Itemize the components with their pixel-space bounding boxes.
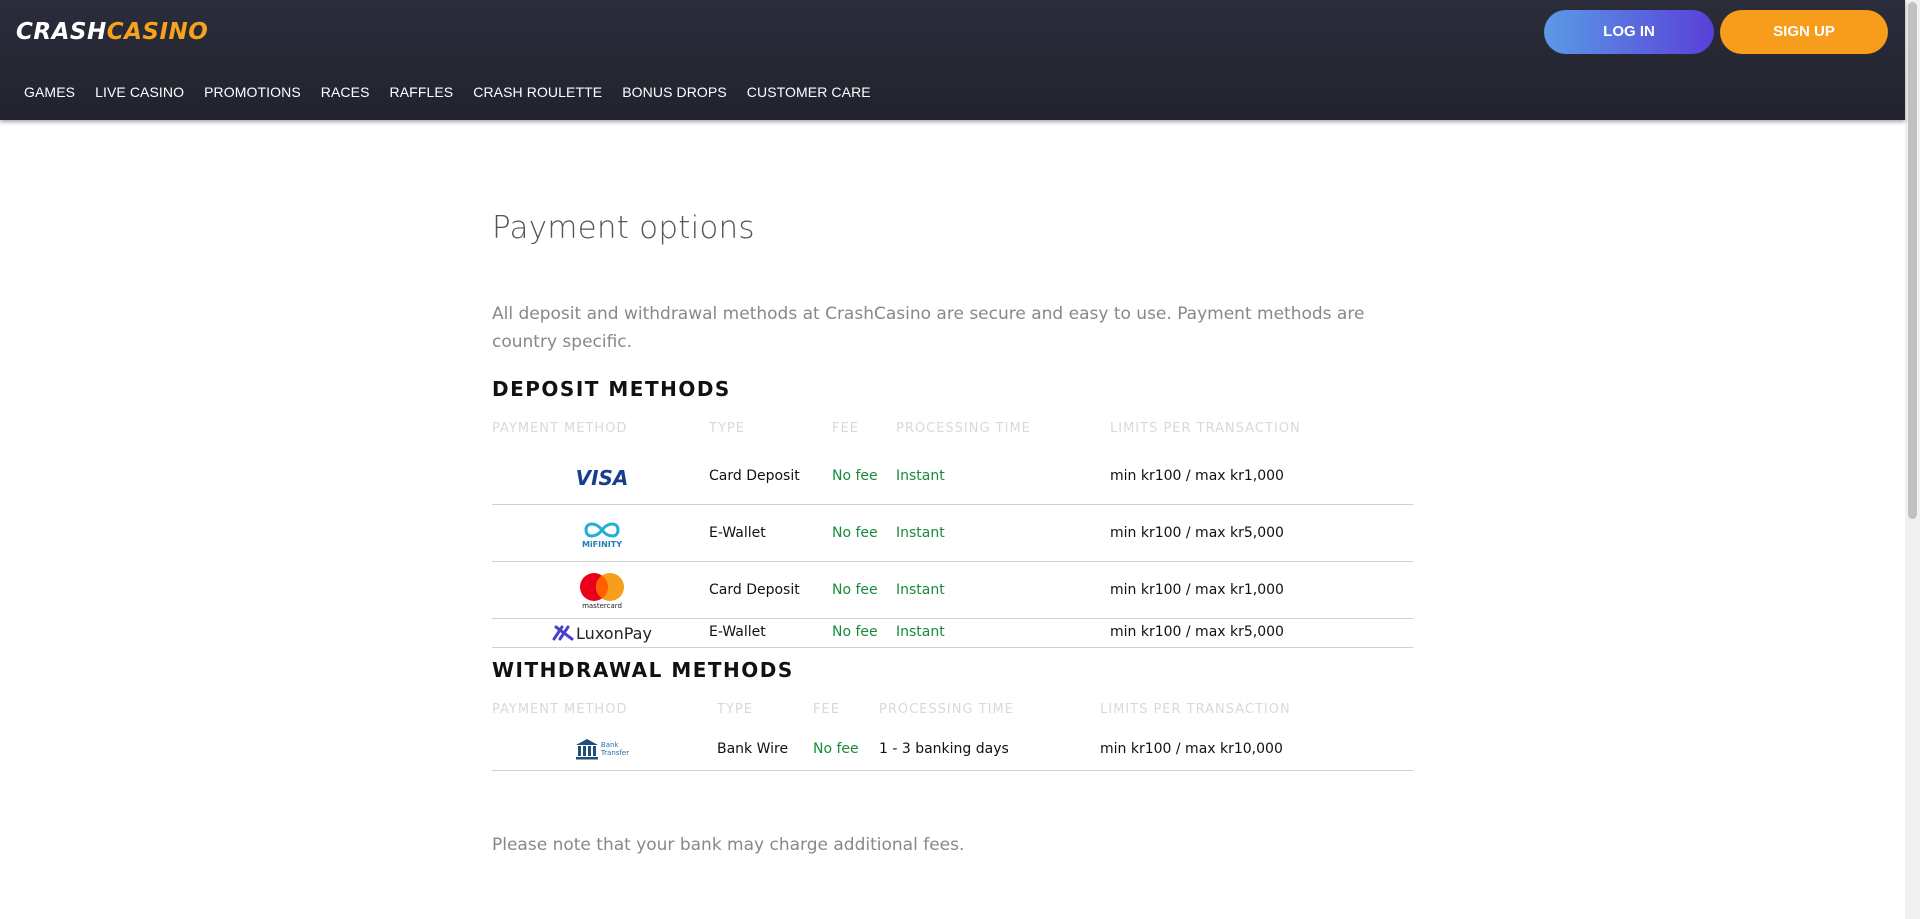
scrollbar-thumb[interactable] [1908,2,1917,519]
method-fee: No fee [832,468,878,484]
luxon-x-icon [552,625,574,641]
method-time: Instant [896,582,945,598]
page-scrollbar[interactable] [1905,0,1920,919]
deposit-header-time: PROCESSING TIME [896,421,1031,436]
signup-button[interactable]: SIGN UP [1720,10,1888,54]
method-fee: No fee [832,582,878,598]
method-type: Card Deposit [709,468,800,484]
method-fee: No fee [832,525,878,541]
method-time: Instant [896,468,945,484]
nav-item-races[interactable]: RACES [321,82,370,102]
table-row: VISA Card Deposit No fee Instant min kr1… [492,450,1413,505]
nav-item-customer-care[interactable]: CUSTOMER CARE [747,82,871,102]
mastercard-logo-icon: mastercard [562,570,642,612]
method-time: Instant [896,624,945,640]
visa-logo-icon: VISA [575,466,629,490]
deposit-header-method: PAYMENT METHOD [492,421,628,436]
table-row: LuxonPay E-Wallet No fee Instant min kr1… [492,619,1413,648]
method-limits: min kr100 / max kr5,000 [1110,525,1284,541]
table-row: mastercard Card Deposit No fee Instant m… [492,562,1413,619]
bank-transfer-logo-icon: Bank Transfer [572,736,632,762]
withdrawal-header-limits: LIMITS PER TRANSACTION [1100,702,1291,717]
method-type: E-Wallet [709,525,766,541]
page-title: Payment options [492,210,755,246]
site-header: CRASHCASINO LOG IN SIGN UP GAMES LIVE CA… [0,0,1905,120]
method-time: 1 - 3 banking days [879,741,1009,757]
method-limits: min kr100 / max kr1,000 [1110,582,1284,598]
withdrawal-header-type: TYPE [717,702,753,717]
deposit-header-limits: LIMITS PER TRANSACTION [1110,421,1301,436]
deposit-methods-title: DEPOSIT METHODS [492,377,731,401]
bank-building-icon [575,739,598,760]
method-type: Card Deposit [709,582,800,598]
method-fee: No fee [813,741,859,757]
method-limits: min kr100 / max kr1,000 [1110,468,1284,484]
login-button[interactable]: LOG IN [1544,10,1714,54]
deposit-header-fee: FEE [832,421,859,436]
method-limits: min kr100 / max kr10,000 [1100,741,1283,757]
nav-item-promotions[interactable]: PROMOTIONS [204,82,301,102]
table-row: MiFINITY E-Wallet No fee Instant min kr1… [492,505,1413,562]
luxonpay-logo-icon: LuxonPay [547,622,657,644]
bank-fees-note: Please note that your bank may charge ad… [492,835,965,855]
main-nav: GAMES LIVE CASINO PROMOTIONS RACES RAFFL… [24,82,891,102]
crashcasino-logo[interactable]: CRASHCASINO [16,18,208,46]
mifinity-logo-icon: MiFINITY [562,515,642,553]
nav-item-crash-roulette[interactable]: CRASH ROULETTE [473,82,602,102]
withdrawal-header-method: PAYMENT METHOD [492,702,628,717]
nav-item-bonus-drops[interactable]: BONUS DROPS [622,82,727,102]
method-limits: min kr100 / max kr5,000 [1110,624,1284,640]
method-time: Instant [896,525,945,541]
withdrawal-header-time: PROCESSING TIME [879,702,1014,717]
table-row: Bank Transfer Bank Wire No fee 1 - 3 ban… [492,728,1413,771]
mastercard-circles-icon [580,573,624,601]
withdrawal-methods-title: WITHDRAWAL METHODS [492,658,794,682]
method-type: E-Wallet [709,624,766,640]
nav-item-live-casino[interactable]: LIVE CASINO [95,82,184,102]
withdrawal-header-fee: FEE [813,702,840,717]
infinity-icon [584,522,620,537]
method-fee: No fee [832,624,878,640]
nav-item-raffles[interactable]: RAFFLES [390,82,454,102]
deposit-header-type: TYPE [709,421,745,436]
intro-text: All deposit and withdrawal methods at Cr… [492,304,1365,352]
method-type: Bank Wire [717,741,789,757]
nav-item-games[interactable]: GAMES [24,82,75,102]
